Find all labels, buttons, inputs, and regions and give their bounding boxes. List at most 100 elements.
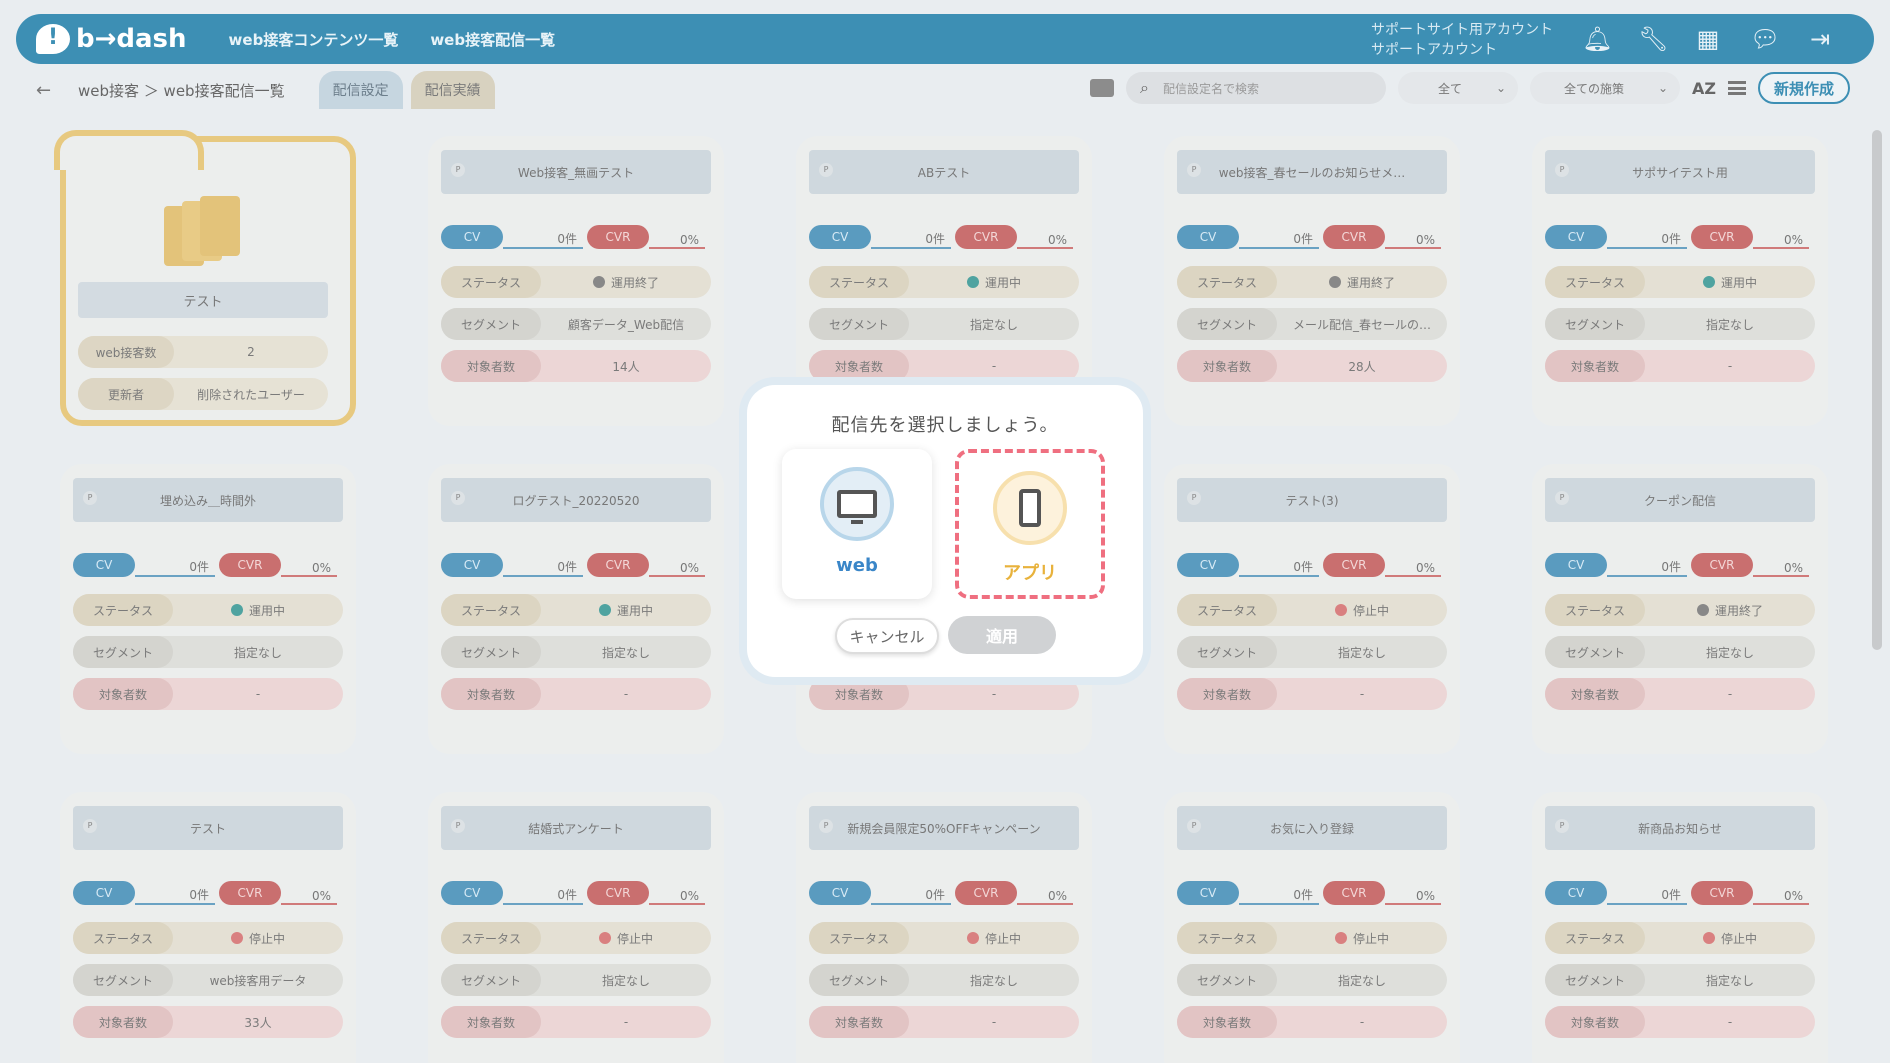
card-row-segment: セグメント 指定なし <box>73 636 343 668</box>
folder-card[interactable]: テスト web接客数 2 更新者 削除されたユーザー <box>54 130 356 426</box>
tab-delivery-settings[interactable]: 配信設定 <box>318 71 403 109</box>
new-create-button[interactable]: 新規作成 <box>1757 72 1850 104</box>
tab-delivery-results[interactable]: 配信実績 <box>410 71 495 109</box>
delivery-card[interactable]: P 埋め込み＿時間外 CV 0件 CVR 0% ステータス 運用中 セグメント 指定なし 対象者数 - <box>60 464 356 754</box>
delivery-card[interactable]: P お気に入り登録 CV 0件 CVR 0% ステータス 停止中 セグメント 指定なし 対象者数 - <box>1164 792 1460 1063</box>
delivery-card[interactable]: P Web接客_無画テスト CV 0件 CVR 0% ステータス 運用終了 セグメント 顧客データ… <box>428 136 724 426</box>
scrollbar-thumb[interactable] <box>1872 130 1882 650</box>
cvr-value: 0% <box>1385 225 1441 249</box>
cvr-value: 0% <box>649 553 705 577</box>
card-metrics: CV0件CVR0% <box>809 224 1079 250</box>
card-row-segment: セグメント メール配信_春セールの… <box>1177 308 1447 340</box>
card-row-status: ステータス 運用終了 <box>1177 266 1447 298</box>
card-title: P ログテスト_20220520 <box>441 478 711 522</box>
delivery-card[interactable]: P クーポン配信 CV 0件 CVR 0% ステータス 運用終了 セグメント 指定なし 対象者数 - <box>1532 464 1828 754</box>
nav-web-content-list[interactable]: web接客コンテンツ一覧 <box>229 29 399 50</box>
card-metrics: CV0件CVR0% <box>809 880 1079 906</box>
delivery-card[interactable]: P 新商品お知らせ CV 0件 CVR 0% ステータス 停止中 セグメント 指定なし 対象者数 - <box>1532 792 1828 1063</box>
delivery-card[interactable]: P 結婚式アンケート CV 0件 CVR 0% ステータス 停止中 セグメント 指定なし 対象者数 - <box>428 792 724 1063</box>
cvr-badge: CVR <box>955 225 1017 249</box>
grid-icon[interactable]: ▦ <box>1694 26 1722 52</box>
card-title-text: web接客_春セールのお知らせメ… <box>1218 165 1406 180</box>
bell-icon[interactable]: 🔔︎ <box>1582 26 1612 52</box>
delivery-card[interactable]: P テスト CV 0件 CVR 0% ステータス 停止中 セグメント web接客用データ 対象者数 3… <box>60 792 356 1063</box>
status-value: 運用終了 <box>1277 274 1447 291</box>
card-metrics: CV0件CVR0% <box>73 880 343 906</box>
folder-documents-icon <box>164 196 244 266</box>
delivery-card[interactable]: P ログテスト_20220520 CV 0件 CVR 0% ステータス 運用中 セグメント 指定な… <box>428 464 724 754</box>
account-info[interactable]: サポートサイト用アカウント サポートアカウント <box>1371 20 1553 60</box>
delivery-type-icon: P <box>1187 163 1201 177</box>
delivery-type-icon: P <box>451 491 465 505</box>
chat-icon[interactable]: 💬︎ <box>1750 26 1780 52</box>
segment-label: セグメント <box>441 308 541 340</box>
delivery-card[interactable]: P テスト(3) CV 0件 CVR 0% ステータス 停止中 セグメント 指定なし 対象者数 - <box>1164 464 1460 754</box>
segment-value: メール配信_春セールの… <box>1292 317 1431 332</box>
status-label: ステータス <box>1545 266 1645 298</box>
status-value: 停止中 <box>1645 930 1815 947</box>
segment-label: セグメント <box>1177 964 1277 996</box>
card-title-text: クーポン配信 <box>1643 493 1716 508</box>
status-dot-icon <box>592 276 605 288</box>
status-filter-select[interactable]: 全て ⌄ <box>1398 72 1518 104</box>
target-value: - <box>255 687 261 701</box>
target-value: 33人 <box>244 1015 272 1030</box>
status-label: ステータス <box>73 594 173 626</box>
cancel-button[interactable]: キャンセル <box>835 618 939 654</box>
card-row-target: 対象者数 - <box>809 350 1079 382</box>
status-value: 停止中 <box>1277 602 1447 619</box>
card-metrics: CV0件CVR0% <box>441 880 711 906</box>
status-text: 運用中 <box>248 603 285 618</box>
delivery-type-icon: P <box>1555 491 1569 505</box>
header-icons: 🔔︎ 🔧︎ ▦ 💬︎ ⇥ <box>1582 26 1834 52</box>
add-folder-icon[interactable] <box>1090 79 1114 97</box>
card-row-target: 対象者数 14人 <box>441 350 711 382</box>
card-title: P ABテスト <box>809 150 1079 194</box>
delivery-type-icon: P <box>819 819 833 833</box>
option-web-label: web <box>836 555 878 576</box>
measure-filter-select[interactable]: 全ての施策 ⌄ <box>1530 72 1680 104</box>
wrench-icon[interactable]: 🔧︎ <box>1638 26 1668 52</box>
delivery-card[interactable]: Pweb接客_春セールのお知らせメ… CV 0件 CVR 0% ステータス 運用終了 セグメン… <box>1164 136 1460 426</box>
search-placeholder: 配信設定名で検索 <box>1162 81 1259 96</box>
app-logo[interactable]: b→dash <box>36 24 187 54</box>
nav-web-delivery-list[interactable]: web接客配信一覧 <box>430 29 555 50</box>
status-text: 停止中 <box>984 931 1021 946</box>
search-input[interactable]: ⌕ 配信設定名で検索 <box>1126 72 1386 104</box>
cv-badge: CV <box>441 553 503 577</box>
card-row-target: 対象者数 28人 <box>1177 350 1447 382</box>
delivery-card[interactable]: P サポサイテスト用 CV 0件 CVR 0% ステータス 運用中 セグメント 指定なし 対象者数 - <box>1532 136 1828 426</box>
target-value: - <box>1727 687 1733 701</box>
option-app[interactable]: アプリ <box>955 449 1105 599</box>
segment-label: セグメント <box>1545 964 1645 996</box>
option-web[interactable]: web <box>782 449 932 599</box>
status-value: 停止中 <box>173 930 343 947</box>
card-row-target: 対象者数 - <box>1545 1006 1815 1038</box>
segment-value: 指定なし <box>1337 973 1386 988</box>
card-title: P Web接客_無画テスト <box>441 150 711 194</box>
card-title-text: サポサイテスト用 <box>1632 165 1728 180</box>
delivery-card[interactable]: P ABテスト CV 0件 CVR 0% ステータス 運用中 セグメント 指定なし 対象者数 - <box>796 136 1092 426</box>
status-value: 運用終了 <box>1645 602 1815 619</box>
segment-label: セグメント <box>73 964 173 996</box>
delivery-card[interactable]: P 新規会員限定50%OFFキャンペーン CV 0件 CVR 0% ステータス 停止中 セグメン… <box>796 792 1092 1063</box>
list-view-icon[interactable] <box>1727 81 1746 95</box>
logout-icon[interactable]: ⇥ <box>1806 26 1834 52</box>
sort-az-icon[interactable]: AZ <box>1692 79 1716 98</box>
status-value: 停止中 <box>541 930 711 947</box>
card-row-target: 対象者数 - <box>809 1006 1079 1038</box>
apply-button[interactable]: 適用 <box>948 616 1056 654</box>
card-row-status: ステータス 運用中 <box>809 266 1079 298</box>
segment-label: セグメント <box>809 964 909 996</box>
search-icon: ⌕ <box>1140 78 1149 97</box>
card-row-status: ステータス 停止中 <box>441 922 711 954</box>
target-value: - <box>1359 1015 1365 1029</box>
back-arrow-icon[interactable]: ← <box>36 80 66 101</box>
segment-value: 指定なし <box>601 973 650 988</box>
segment-value: 指定なし <box>233 645 282 660</box>
segment-value: 指定なし <box>1705 317 1754 332</box>
status-dot-icon <box>966 932 979 944</box>
top-navigation-bar: b→dash web接客コンテンツ一覧 web接客配信一覧 サポートサイト用アカ… <box>16 14 1874 64</box>
status-label: ステータス <box>1545 922 1645 954</box>
card-title-text: 埋め込み＿時間外 <box>159 493 256 508</box>
